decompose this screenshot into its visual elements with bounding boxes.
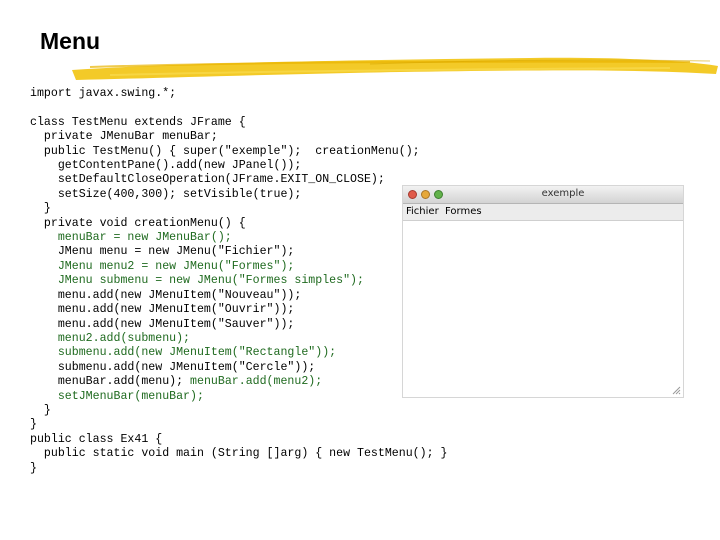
- code-line: public static void main (String []arg) {…: [30, 447, 448, 461]
- menu-bar: Fichier Formes: [403, 204, 683, 221]
- resize-grip-icon[interactable]: [671, 385, 681, 395]
- code-line: private JMenuBar menuBar;: [30, 130, 218, 144]
- code-line: menuBar = new JMenuBar();: [30, 231, 232, 245]
- code-line: menu.add(new JMenuItem("Ouvrir"));: [30, 303, 295, 317]
- code-line: menu.add(new JMenuItem("Sauver"));: [30, 317, 295, 331]
- code-line: submenu.add(new JMenuItem("Cercle"));: [30, 360, 316, 374]
- window-titlebar[interactable]: exemple: [403, 186, 683, 204]
- code-line: import javax.swing.*;: [30, 87, 177, 100]
- code-line: menu2.add(submenu);: [30, 331, 191, 345]
- code-line: class TestMenu extends JFrame {: [30, 115, 246, 129]
- code-line: submenu.add(new JMenuItem("Rectangle"));: [30, 346, 337, 360]
- code-line: menu.add(new JMenuItem("Nouveau"));: [30, 288, 302, 302]
- window-title: exemple: [541, 188, 585, 199]
- title-underline-brush: [72, 57, 718, 80]
- code-line: private void creationMenu() {: [30, 216, 246, 230]
- menu-formes[interactable]: Formes: [445, 206, 482, 217]
- code-line: }: [30, 403, 51, 417]
- code-line: }: [30, 202, 51, 216]
- code-line: getContentPane().add(new JPanel());: [30, 159, 302, 173]
- code-line: setJMenuBar(menuBar);: [30, 389, 204, 403]
- code-line: public class Ex41 {: [30, 432, 163, 446]
- code-listing: import javax.swing.*; class TestMenu ext…: [30, 87, 447, 476]
- code-line: }: [30, 461, 37, 475]
- app-window: exemple Fichier Formes: [402, 185, 684, 398]
- code-line: public TestMenu() { super("exemple"); cr…: [30, 144, 420, 158]
- code-line: setSize(400,300); setVisible(true);: [30, 187, 302, 201]
- code-line: }: [30, 418, 37, 432]
- menu-fichier[interactable]: Fichier: [406, 206, 439, 217]
- code-line: JMenu menu2 = new JMenu("Formes");: [30, 259, 295, 273]
- code-line: setDefaultCloseOperation(JFrame.EXIT_ON_…: [30, 173, 385, 187]
- code-line: JMenu menu = new JMenu("Fichier");: [30, 245, 295, 259]
- code-line: JMenu submenu = new JMenu("Formes simple…: [30, 274, 364, 288]
- code-line: menuBar.add(menu); menuBar.add(menu2);: [30, 375, 323, 389]
